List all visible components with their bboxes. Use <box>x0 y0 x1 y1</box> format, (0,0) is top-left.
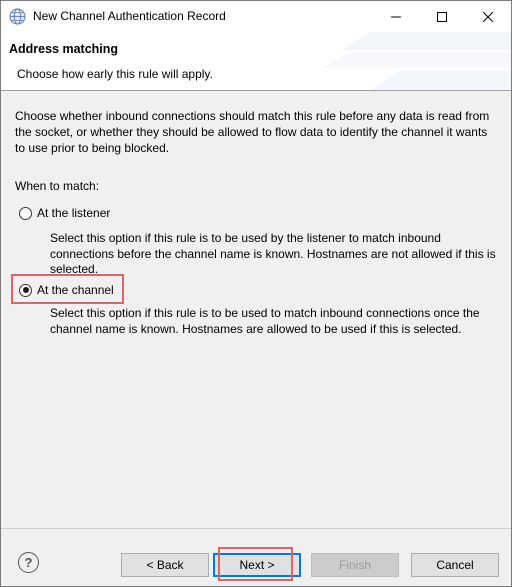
wizard-content: Choose whether inbound connections shoul… <box>1 98 511 528</box>
minimize-icon <box>391 16 401 17</box>
title-bar: New Channel Authentication Record <box>1 1 511 32</box>
when-to-match-label: When to match: <box>15 179 100 193</box>
maximize-icon <box>437 11 447 22</box>
maximize-button[interactable] <box>419 1 465 32</box>
finish-button[interactable]: Finish <box>311 553 399 577</box>
page-description: Choose how early this rule will apply. <box>17 67 213 81</box>
close-button[interactable] <box>465 1 511 32</box>
radio-at-channel-label[interactable]: At the channel <box>37 283 114 297</box>
app-globe-icon <box>9 8 26 25</box>
help-icon[interactable]: ? <box>18 552 39 573</box>
close-icon <box>483 11 493 22</box>
window-title: New Channel Authentication Record <box>33 9 226 23</box>
channel-option-description: Select this option if this rule is to be… <box>50 306 480 336</box>
intro-text: Choose whether inbound connections shoul… <box>15 109 490 155</box>
banner-decoration-icon <box>321 32 511 90</box>
radio-button-checked-icon[interactable] <box>19 283 32 297</box>
radio-button-unchecked-icon[interactable] <box>19 206 32 220</box>
highlight-box-next <box>218 547 293 581</box>
dialog-window: New Channel Authentication Record Addres… <box>0 0 512 587</box>
footer-divider <box>1 528 511 529</box>
back-button[interactable]: < Back <box>121 553 209 577</box>
page-title: Address matching <box>9 42 119 56</box>
radio-at-listener-label[interactable]: At the listener <box>37 206 110 220</box>
radio-at-channel[interactable]: At the channel <box>19 283 114 297</box>
banner-divider <box>1 90 511 91</box>
radio-at-listener[interactable]: At the listener <box>19 206 110 220</box>
listener-option-description: Select this option if this rule is to be… <box>50 231 496 276</box>
minimize-button[interactable] <box>373 1 419 32</box>
wizard-footer: ? < Back Next > Finish Cancel <box>1 537 511 586</box>
cancel-button[interactable]: Cancel <box>411 553 499 577</box>
wizard-banner: Address matching Choose how early this r… <box>1 32 511 90</box>
